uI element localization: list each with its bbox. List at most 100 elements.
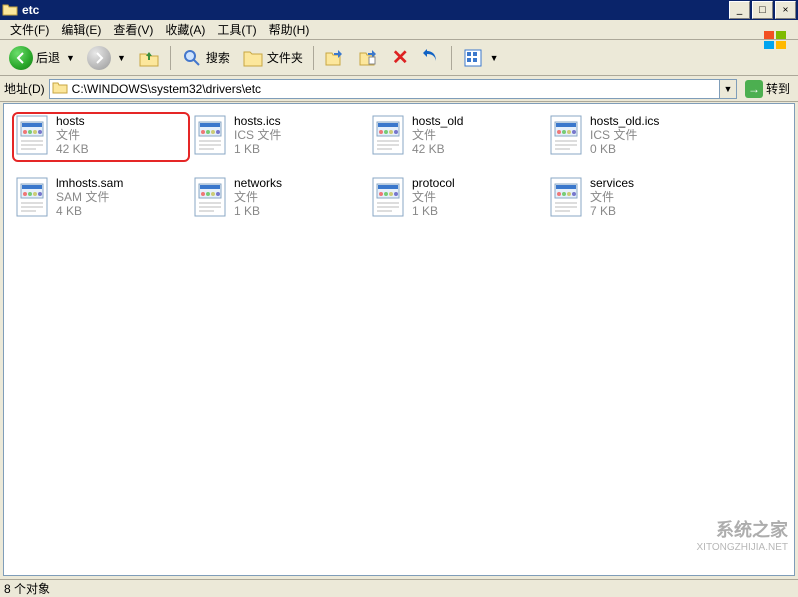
folders-button[interactable]: 文件夹 [237, 43, 308, 73]
file-name: lmhosts.sam [56, 176, 123, 190]
watermark-url: XITONGZHIJIA.NET [697, 542, 789, 553]
go-icon: → [745, 80, 763, 98]
addressbar: 地址(D) ▼ → 转到 [0, 76, 798, 102]
menu-help[interactable]: 帮助(H) [263, 19, 316, 40]
menu-tools[interactable]: 工具(T) [211, 19, 262, 40]
separator [170, 46, 171, 70]
watermark-text: 系统之家 [697, 516, 789, 542]
file-info: protocol文件1 KB [412, 176, 455, 218]
chevron-down-icon: ▼ [490, 53, 499, 63]
menubar: 文件(F) 编辑(E) 查看(V) 收藏(A) 工具(T) 帮助(H) [0, 20, 798, 40]
file-item[interactable]: protocol文件1 KB [368, 174, 546, 224]
forward-button[interactable]: ▼ [82, 43, 131, 73]
close-button[interactable]: × [775, 1, 796, 19]
file-type: 文件 [590, 190, 634, 204]
up-button[interactable] [133, 43, 165, 73]
file-icon [370, 176, 406, 218]
minimize-button[interactable]: _ [729, 1, 750, 19]
file-name: hosts_old.ics [590, 114, 659, 128]
file-icon [192, 114, 228, 156]
file-name: hosts_old [412, 114, 463, 128]
folders-icon [242, 47, 264, 69]
move-to-icon [324, 47, 346, 69]
statusbar: 8 个对象 [0, 579, 798, 596]
file-size: 1 KB [234, 204, 282, 218]
file-item[interactable]: services文件7 KB [546, 174, 724, 224]
file-type: 文件 [234, 190, 282, 204]
toolbar: 后退 ▼ ▼ 搜索 文件夹 ✕ [0, 40, 798, 76]
window-title: etc [22, 3, 727, 17]
file-item[interactable]: lmhosts.samSAM 文件4 KB [12, 174, 190, 224]
folders-label: 文件夹 [267, 49, 303, 66]
file-info: lmhosts.samSAM 文件4 KB [56, 176, 123, 218]
separator [451, 46, 452, 70]
status-text: 8 个对象 [4, 580, 50, 597]
maximize-button[interactable]: □ [752, 1, 773, 19]
file-info: hosts_old文件42 KB [412, 114, 463, 156]
delete-icon: ✕ [392, 45, 409, 70]
file-item[interactable]: hosts_old.icsICS 文件0 KB [546, 112, 724, 162]
folder-icon [52, 81, 68, 97]
file-type: ICS 文件 [234, 128, 281, 142]
undo-button[interactable] [416, 43, 446, 73]
file-type: 文件 [56, 128, 89, 142]
address-label: 地址(D) [4, 80, 45, 97]
file-item[interactable]: hosts_old文件42 KB [368, 112, 546, 162]
file-size: 0 KB [590, 142, 659, 156]
file-info: networks文件1 KB [234, 176, 282, 218]
forward-icon [87, 46, 111, 70]
menu-file[interactable]: 文件(F) [4, 19, 55, 40]
back-button[interactable]: 后退 ▼ [4, 43, 80, 73]
watermark: 系统之家 XITONGZHIJIA.NET [697, 516, 789, 553]
file-size: 7 KB [590, 204, 634, 218]
file-size: 1 KB [234, 142, 281, 156]
move-to-button[interactable] [319, 43, 351, 73]
file-type: 文件 [412, 128, 463, 142]
file-info: hosts.icsICS 文件1 KB [234, 114, 281, 156]
file-item[interactable]: hosts.icsICS 文件1 KB [190, 112, 368, 162]
menu-edit[interactable]: 编辑(E) [55, 19, 107, 40]
file-grid: hosts文件42 KBhosts.icsICS 文件1 KBhosts_old… [4, 104, 794, 232]
file-item[interactable]: networks文件1 KB [190, 174, 368, 224]
window-controls: _ □ × [727, 1, 796, 19]
file-item[interactable]: hosts文件42 KB [12, 112, 190, 162]
copy-to-button[interactable] [353, 43, 385, 73]
address-input-wrap[interactable]: ▼ [49, 79, 737, 99]
undo-icon [421, 46, 441, 69]
file-icon [370, 114, 406, 156]
file-name: hosts [56, 114, 89, 128]
file-name: protocol [412, 176, 455, 190]
separator [313, 46, 314, 70]
file-pane[interactable]: hosts文件42 KBhosts.icsICS 文件1 KBhosts_old… [3, 103, 795, 576]
file-icon [192, 176, 228, 218]
address-dropdown-button[interactable]: ▼ [719, 80, 736, 98]
go-button[interactable]: → 转到 [741, 78, 794, 100]
file-size: 42 KB [56, 142, 89, 156]
windows-logo-icon [758, 22, 796, 60]
folder-icon [2, 2, 18, 18]
search-button[interactable]: 搜索 [176, 43, 235, 73]
delete-button[interactable]: ✕ [387, 43, 414, 73]
menu-favorites[interactable]: 收藏(A) [159, 19, 211, 40]
views-button[interactable]: ▼ [457, 43, 504, 73]
file-icon [548, 176, 584, 218]
search-icon [181, 47, 203, 69]
file-name: hosts.ics [234, 114, 281, 128]
back-label: 后退 [36, 49, 60, 66]
titlebar: etc _ □ × [0, 0, 798, 20]
file-info: services文件7 KB [590, 176, 634, 218]
file-icon [14, 114, 50, 156]
go-label: 转到 [766, 80, 790, 97]
file-size: 4 KB [56, 204, 123, 218]
folder-up-icon [138, 47, 160, 69]
menu-view[interactable]: 查看(V) [107, 19, 159, 40]
copy-to-icon [358, 47, 380, 69]
file-icon [14, 176, 50, 218]
file-info: hosts文件42 KB [56, 114, 89, 156]
file-icon [548, 114, 584, 156]
chevron-down-icon: ▼ [117, 53, 126, 63]
file-type: ICS 文件 [590, 128, 659, 142]
address-input[interactable] [70, 82, 719, 96]
back-icon [9, 46, 33, 70]
search-label: 搜索 [206, 49, 230, 66]
